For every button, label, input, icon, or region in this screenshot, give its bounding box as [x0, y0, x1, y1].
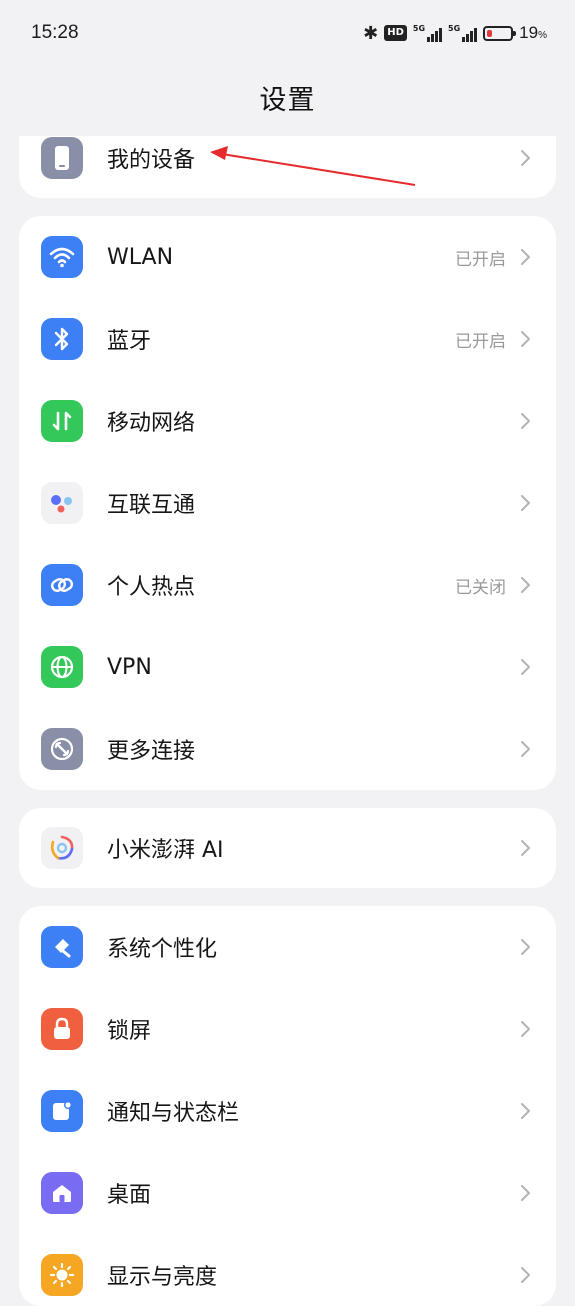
- link-icon: [41, 728, 83, 770]
- settings-item-vpn[interactable]: VPN: [19, 626, 556, 708]
- settings-item-bluetooth[interactable]: 蓝牙 已开启: [19, 298, 556, 380]
- settings-item-label: 我的设备: [107, 148, 196, 173]
- chevron-right-icon: [516, 1184, 534, 1202]
- chevron-right-icon: [516, 412, 534, 430]
- settings-item-hotspot[interactable]: 个人热点 已关闭: [19, 544, 556, 626]
- status-indicators: ✱ HD 5G 5G 19%: [363, 20, 547, 46]
- wifi-icon: [41, 236, 83, 278]
- settings-item-mobile-network[interactable]: 移动网络: [19, 380, 556, 462]
- chevron-right-icon: [516, 248, 534, 266]
- hotspot-icon: [41, 564, 83, 606]
- status-bar: 15:28 ✱ HD 5G 5G 19%: [0, 0, 575, 68]
- status-time: 15:28: [31, 22, 79, 43]
- sun-icon: [41, 1254, 83, 1296]
- settings-item-status: 已关闭: [455, 577, 506, 598]
- signal-icon-2: 5G: [448, 24, 478, 42]
- page-title: 设置: [259, 85, 316, 116]
- chevron-right-icon: [516, 839, 534, 857]
- settings-item-notifications[interactable]: 通知与状态栏: [19, 1070, 556, 1152]
- chevron-right-icon: [516, 330, 534, 348]
- battery-percent: 19%: [519, 23, 547, 42]
- settings-item-more-connections[interactable]: 更多连接: [19, 708, 556, 790]
- notification-icon: [41, 1090, 83, 1132]
- settings-item-desktop[interactable]: 桌面: [19, 1152, 556, 1234]
- settings-item-system-personalization[interactable]: 系统个性化: [19, 906, 556, 988]
- chevron-right-icon: [516, 1020, 534, 1038]
- settings-item-label: 更多连接: [107, 739, 196, 764]
- chevron-right-icon: [516, 576, 534, 594]
- settings-item-display[interactable]: 显示与亮度: [19, 1234, 556, 1306]
- settings-item-my-device[interactable]: 我的设备: [19, 136, 556, 198]
- chevron-right-icon: [516, 938, 534, 956]
- bluetooth-icon: [41, 318, 83, 360]
- chevron-right-icon: [516, 494, 534, 512]
- settings-item-status: 已开启: [455, 331, 506, 352]
- settings-item-label: 系统个性化: [107, 937, 218, 962]
- chevron-right-icon: [516, 1102, 534, 1120]
- settings-item-label: 桌面: [107, 1183, 152, 1208]
- phone-icon: [41, 137, 83, 179]
- hyper-ai-icon: [41, 827, 83, 869]
- settings-item-label: 小米澎湃 AI: [107, 838, 224, 863]
- settings-item-label: 显示与亮度: [107, 1265, 218, 1290]
- globe-icon: [41, 646, 83, 688]
- settings-item-wlan[interactable]: WLAN 已开启: [19, 216, 556, 298]
- connectivity-group: WLAN 已开启 蓝牙 已开启 移动网络 互联互通 个人热点 已关闭 VPN 更…: [19, 216, 556, 790]
- settings-item-interconnect[interactable]: 互联互通: [19, 462, 556, 544]
- settings-item-lock-screen[interactable]: 锁屏: [19, 988, 556, 1070]
- settings-item-label: 个人热点: [107, 575, 196, 600]
- settings-item-label: 通知与状态栏: [107, 1101, 240, 1126]
- settings-item-label: 蓝牙: [107, 329, 152, 354]
- settings-item-label: 互联互通: [107, 493, 196, 518]
- battery-icon: [483, 25, 517, 41]
- lock-icon: [41, 1008, 83, 1050]
- brush-icon: [41, 926, 83, 968]
- mobile-data-icon: [41, 400, 83, 442]
- bluetooth-status-icon: ✱: [363, 22, 379, 44]
- chevron-right-icon: [516, 740, 534, 758]
- hd-badge: HD: [384, 25, 407, 41]
- signal-icon: 5G: [413, 24, 443, 42]
- chevron-right-icon: [516, 1266, 534, 1284]
- ai-group: 小米澎湃 AI: [19, 808, 556, 888]
- settings-item-status: 已开启: [455, 249, 506, 270]
- settings-item-label: VPN: [107, 654, 152, 680]
- settings-item-label: 锁屏: [107, 1019, 152, 1044]
- device-group: 我的设备: [19, 136, 556, 198]
- personalization-group: 系统个性化 锁屏 通知与状态栏 桌面 显示与亮度: [19, 906, 556, 1306]
- settings-item-label: WLAN: [107, 244, 174, 270]
- settings-item-hyper-ai[interactable]: 小米澎湃 AI: [19, 808, 556, 888]
- interconnect-icon: [41, 482, 83, 524]
- chevron-right-icon: [516, 658, 534, 676]
- home-icon: [41, 1172, 83, 1214]
- settings-item-label: 移动网络: [107, 411, 196, 436]
- chevron-right-icon: [516, 149, 534, 167]
